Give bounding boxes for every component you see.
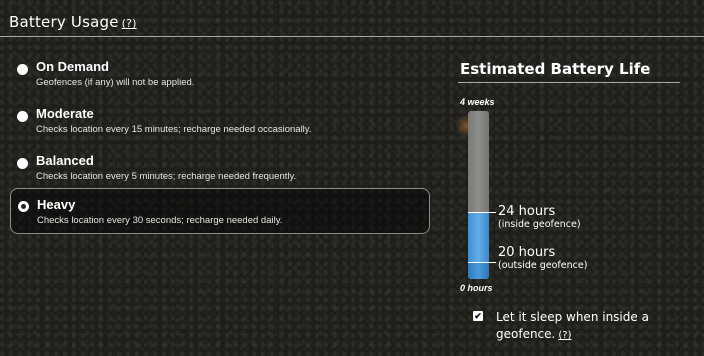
- outside-value: 20 hours: [498, 245, 556, 260]
- option-description: Checks location every 30 seconds; rechar…: [37, 215, 283, 226]
- battery-fill-outside: [468, 262, 489, 279]
- sleep-checkbox[interactable]: ✔: [473, 311, 483, 321]
- sleep-label-text: Let it sleep when inside a geofence.: [496, 310, 649, 341]
- option-description: Geofences (if any) will not be applied.: [36, 77, 195, 88]
- option-balanced[interactable]: Balanced Checks location every 5 minutes…: [10, 147, 430, 193]
- radio-on-demand[interactable]: [17, 64, 28, 75]
- outside-subtext: (outside geofence): [498, 260, 588, 271]
- option-title: Heavy: [37, 197, 76, 212]
- radio-balanced[interactable]: [17, 158, 28, 169]
- outside-tick: [468, 262, 496, 263]
- inside-value: 24 hours: [498, 204, 556, 219]
- inside-subtext: (inside geofence): [498, 219, 581, 230]
- option-heavy[interactable]: Heavy Checks location every 30 seconds; …: [10, 188, 430, 234]
- option-description: Checks location every 5 minutes; recharg…: [36, 171, 297, 182]
- help-link[interactable]: (?): [122, 17, 137, 30]
- option-title: Balanced: [36, 153, 94, 168]
- sleep-help-link[interactable]: (?): [558, 330, 571, 341]
- option-title: Moderate: [36, 106, 94, 121]
- option-moderate[interactable]: Moderate Checks location every 15 minute…: [10, 100, 430, 146]
- battery-min-label: 0 hours: [460, 283, 493, 293]
- sleep-label: Let it sleep when inside a geofence. (?): [496, 309, 676, 344]
- battery-gauge: [468, 111, 489, 279]
- estimate-divider: [458, 82, 680, 83]
- battery-usage-header: Battery Usage (?): [9, 13, 137, 31]
- page-title: Battery Usage: [9, 13, 119, 31]
- battery-max-label: 4 weeks: [460, 97, 495, 107]
- option-description: Checks location every 15 minutes; rechar…: [36, 124, 312, 135]
- header-divider: [0, 36, 704, 37]
- estimated-battery-title: Estimated Battery Life: [460, 60, 651, 78]
- option-on-demand[interactable]: On Demand Geofences (if any) will not be…: [10, 53, 430, 99]
- radio-heavy[interactable]: [18, 201, 29, 212]
- radio-moderate[interactable]: [17, 111, 28, 122]
- inside-tick: [468, 212, 496, 213]
- option-title: On Demand: [36, 59, 109, 74]
